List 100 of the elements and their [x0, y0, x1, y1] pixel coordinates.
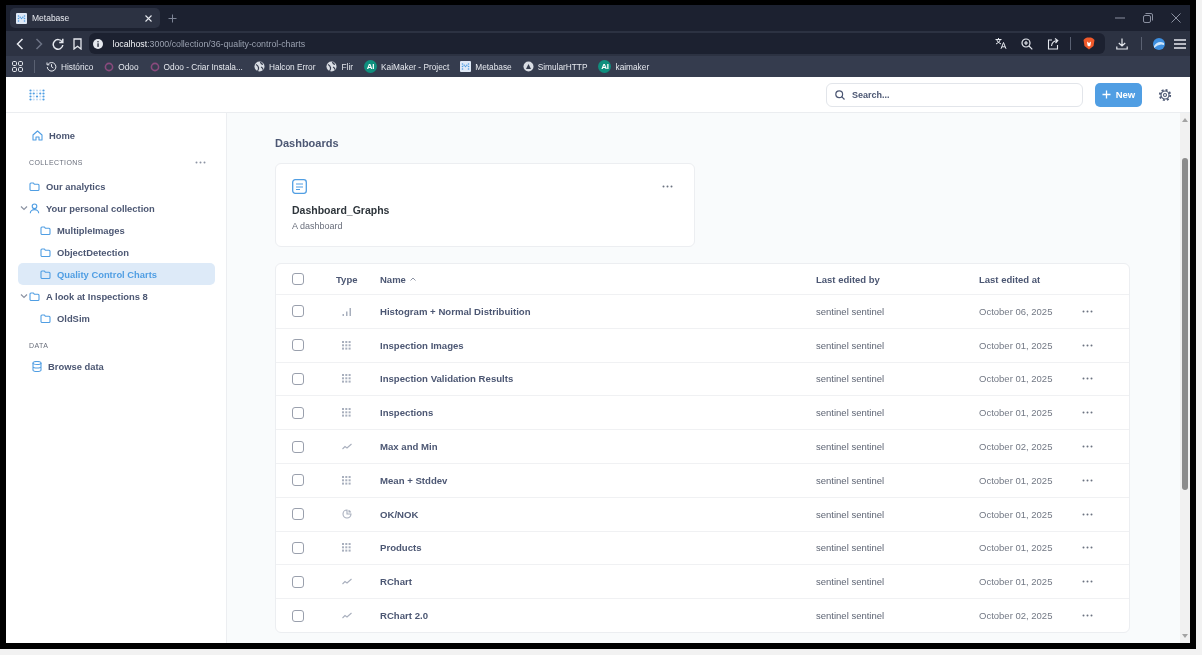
table-cell: sentinel sentinel: [816, 339, 885, 351]
bookmark-item[interactable]: AI kaimaker: [598, 60, 650, 73]
column-header[interactable]: Type: [336, 273, 358, 285]
item-link[interactable]: Histogram + Normal Distribuition: [380, 305, 531, 317]
more-options-icon[interactable]: [1082, 377, 1093, 381]
sidebar-item[interactable]: ObjectDetection: [18, 241, 215, 263]
more-options-icon[interactable]: [1082, 309, 1093, 313]
bookmark-icon[interactable]: [72, 37, 82, 50]
item-link[interactable]: Products: [380, 542, 422, 554]
more-options-icon[interactable]: [1082, 343, 1093, 347]
section-title: Dashboards: [275, 136, 339, 151]
more-options-icon[interactable]: [1082, 580, 1093, 584]
globe-icon: [326, 61, 338, 72]
item-link[interactable]: RChart: [380, 576, 412, 588]
browser-tab[interactable]: Metabase: [10, 8, 160, 28]
table-cell: sentinel sentinel: [816, 373, 885, 385]
folder-icon: [29, 291, 40, 301]
scrollbar[interactable]: [1180, 113, 1190, 643]
search-field[interactable]: Search...: [826, 82, 1083, 107]
column-header[interactable]: Name: [380, 273, 416, 285]
checkbox[interactable]: [292, 575, 304, 588]
dashboard-icon: [292, 179, 307, 194]
checkbox[interactable]: [292, 508, 304, 521]
letter-logo-icon: AI: [364, 60, 377, 73]
bar-chart-icon: [342, 306, 352, 316]
sidebar-item[interactable]: A look at Inspections 8: [18, 285, 215, 307]
more-options-icon[interactable]: [1082, 546, 1093, 550]
dashboard-title: Dashboard_Graphs: [292, 203, 390, 218]
item-link[interactable]: Inspection Images: [380, 339, 464, 351]
table-cell: October 01, 2025: [979, 339, 1053, 351]
history-icon: [46, 61, 57, 72]
bookmark-item[interactable]: Flir: [326, 61, 353, 72]
more-options-icon[interactable]: [1082, 478, 1093, 482]
share-icon[interactable]: [1046, 37, 1059, 50]
checkbox[interactable]: [292, 406, 304, 419]
item-link[interactable]: Mean + Stddev: [380, 474, 448, 486]
more-options-icon[interactable]: [195, 161, 206, 164]
sidebar-item[interactable]: Home: [18, 124, 215, 146]
more-options-icon[interactable]: [1082, 512, 1093, 516]
back-icon[interactable]: [16, 37, 25, 50]
pie-chart-icon: [342, 509, 352, 520]
bookmark-item[interactable]: SimularHTTP: [522, 61, 588, 72]
line-chart-icon: [342, 443, 352, 451]
apps-grid-icon[interactable]: [12, 61, 23, 72]
avatar-icon[interactable]: [1152, 37, 1165, 50]
plus-icon[interactable]: [168, 13, 177, 23]
item-link[interactable]: OK/NOK: [380, 508, 419, 520]
bookmark-item[interactable]: Metabase: [460, 61, 512, 72]
table-cell: October 01, 2025: [979, 508, 1053, 520]
checkbox[interactable]: [292, 609, 304, 622]
table-cell: October 01, 2025: [979, 407, 1053, 419]
more-options-icon[interactable]: [1082, 445, 1093, 449]
sidebar-item[interactable]: OldSim: [18, 307, 215, 329]
menu-icon[interactable]: [1173, 38, 1186, 49]
person-icon: [29, 202, 40, 214]
shield-icon[interactable]: [1082, 37, 1095, 50]
checkbox[interactable]: [292, 273, 304, 285]
reload-icon[interactable]: [52, 37, 65, 50]
table-cell: sentinel sentinel: [816, 305, 885, 317]
checkbox[interactable]: [292, 339, 304, 352]
restore-icon[interactable]: [1143, 13, 1153, 23]
sidebar-item[interactable]: Your personal collection: [18, 197, 215, 219]
bookmark-item[interactable]: Odoo: [104, 61, 139, 72]
column-header[interactable]: Last edited by: [816, 273, 880, 285]
table-cell: October 02, 2025: [979, 441, 1053, 453]
download-icon[interactable]: [1116, 37, 1128, 50]
more-options-icon[interactable]: [1082, 411, 1093, 415]
more-options-icon[interactable]: [1082, 614, 1093, 618]
column-header[interactable]: Last edited at: [979, 273, 1041, 285]
dot-grid-icon: [342, 408, 351, 418]
folder-icon: [40, 247, 51, 257]
dashboard-card[interactable]: Dashboard_Graphs A dashboard: [275, 163, 695, 247]
more-options-icon[interactable]: [662, 185, 673, 188]
bookmark-item[interactable]: AI KaiMaker - Project: [364, 60, 450, 73]
bookmark-item[interactable]: Histórico: [46, 61, 94, 72]
checkbox[interactable]: [292, 373, 304, 385]
sidebar-item[interactable]: Our analytics: [18, 175, 215, 197]
bookmark-item[interactable]: Halcon Error: [253, 61, 316, 72]
bookmark-item[interactable]: Odoo - Criar Instala...: [149, 61, 243, 72]
item-link[interactable]: Inspection Validation Results: [380, 373, 514, 385]
checkbox[interactable]: [292, 440, 304, 453]
address-bar[interactable]: localhost:3000/collection/36-quality-control-charts: [89, 33, 1105, 54]
item-link[interactable]: RChart 2.0: [380, 610, 428, 622]
checkbox[interactable]: [292, 305, 304, 318]
chevron-down-icon[interactable]: [20, 293, 28, 299]
table-cell: sentinel sentinel: [816, 441, 885, 453]
translate-icon[interactable]: [994, 38, 1007, 49]
checkbox[interactable]: [292, 474, 304, 487]
item-link[interactable]: Inspections: [380, 407, 434, 419]
close-icon[interactable]: [1171, 13, 1181, 23]
item-link[interactable]: Max and Min: [380, 441, 438, 453]
checkbox[interactable]: [292, 541, 304, 554]
zoom-in-icon[interactable]: [1020, 37, 1033, 50]
settings-icon[interactable]: [1158, 87, 1172, 102]
forward-icon[interactable]: [35, 37, 44, 50]
sidebar-item[interactable]: MultipleImages: [18, 219, 215, 241]
sidebar-item[interactable]: Browse data: [18, 355, 215, 377]
home-icon: [32, 129, 43, 141]
chevron-down-icon[interactable]: [20, 205, 28, 211]
dotted-square-icon: [16, 12, 27, 24]
